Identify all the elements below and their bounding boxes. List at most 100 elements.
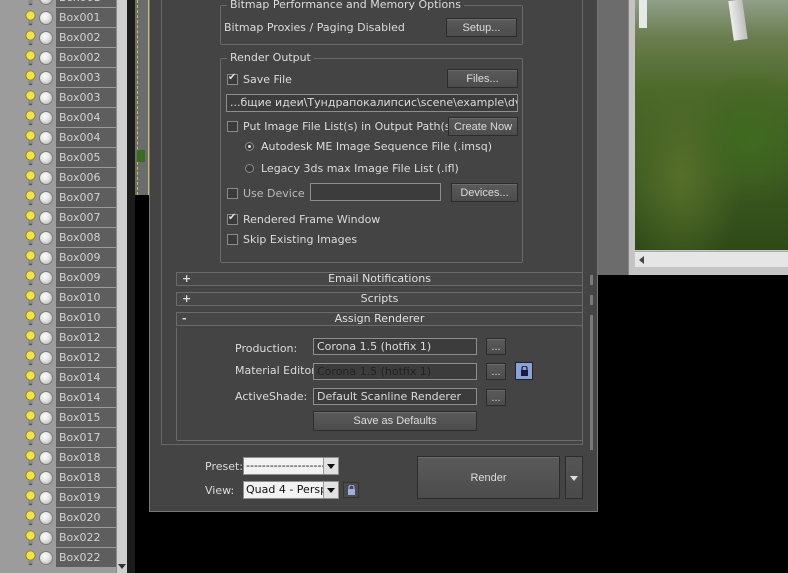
light-bulb-icon[interactable]	[24, 510, 37, 526]
panel-scrollbar[interactable]	[590, 275, 593, 285]
object-name[interactable]: Box003	[56, 88, 116, 107]
light-bulb-icon[interactable]	[24, 290, 37, 306]
render-visibility-icon[interactable]	[39, 11, 53, 25]
chevron-down-icon[interactable]	[570, 476, 578, 481]
render-visibility-icon[interactable]	[39, 311, 53, 325]
render-visibility-icon[interactable]	[39, 211, 53, 225]
rendered-frame-checkbox[interactable]	[227, 212, 238, 225]
object-name[interactable]: Box012	[56, 348, 116, 367]
create-now-button[interactable]: Create Now	[448, 117, 518, 136]
render-visibility-icon[interactable]	[39, 31, 53, 45]
rollout-assign-renderer[interactable]: - Assign Renderer	[176, 312, 583, 326]
devices-button[interactable]: Devices...	[451, 183, 518, 202]
object-name[interactable]: Box001	[56, 0, 116, 7]
explorer-row[interactable]: Box005	[0, 148, 116, 168]
object-name[interactable]: Box010	[56, 308, 116, 327]
object-name[interactable]: Box003	[56, 68, 116, 87]
files-button[interactable]: Files...	[447, 69, 518, 88]
object-name[interactable]: Box020	[56, 508, 116, 527]
light-bulb-icon[interactable]	[24, 250, 37, 266]
explorer-row[interactable]: Box014	[0, 368, 116, 388]
explorer-row[interactable]: Box004	[0, 128, 116, 148]
imsq-radio[interactable]	[245, 142, 254, 151]
choose-material-renderer-button[interactable]: ...	[486, 363, 506, 380]
light-bulb-icon[interactable]	[24, 70, 37, 86]
explorer-row[interactable]: Box001	[0, 8, 116, 28]
light-bulb-icon[interactable]	[24, 530, 37, 546]
light-bulb-icon[interactable]	[24, 150, 37, 166]
object-name[interactable]: Box004	[56, 108, 116, 127]
object-name[interactable]: Box004	[56, 128, 116, 147]
explorer-row[interactable]: Box002	[0, 28, 116, 48]
explorer-row[interactable]: Box015	[0, 408, 116, 428]
object-name[interactable]: Box002	[56, 48, 116, 67]
device-field[interactable]	[310, 183, 441, 201]
object-name[interactable]: Box002	[56, 28, 116, 47]
explorer-row[interactable]: Box004	[0, 108, 116, 128]
light-bulb-icon[interactable]	[24, 90, 37, 106]
explorer-row[interactable]: Box022	[0, 548, 116, 568]
explorer-row[interactable]: Box012	[0, 328, 116, 348]
render-visibility-icon[interactable]	[39, 351, 53, 365]
object-name[interactable]: Box018	[56, 448, 116, 467]
light-bulb-icon[interactable]	[24, 10, 37, 26]
explorer-row[interactable]: Box010	[0, 288, 116, 308]
explorer-row[interactable]: Box002	[0, 48, 116, 68]
light-bulb-icon[interactable]	[24, 350, 37, 366]
skip-existing-checkbox[interactable]	[227, 234, 238, 245]
object-name[interactable]: Box019	[56, 488, 116, 507]
explorer-row[interactable]: Box022	[0, 528, 116, 548]
explorer-row[interactable]: Box019	[0, 488, 116, 508]
preset-dropdown[interactable]: ---------------------	[243, 457, 339, 475]
light-bulb-icon[interactable]	[24, 50, 37, 66]
panel-scrollbar[interactable]	[590, 315, 593, 450]
explorer-scrollbar[interactable]	[116, 0, 127, 573]
render-hscrollbar[interactable]	[635, 251, 788, 267]
choose-production-renderer-button[interactable]: ...	[486, 338, 506, 355]
light-bulb-icon[interactable]	[24, 490, 37, 506]
explorer-row[interactable]: Box018	[0, 448, 116, 468]
light-bulb-icon[interactable]	[24, 230, 37, 246]
explorer-row[interactable]: Box008	[0, 228, 116, 248]
light-bulb-icon[interactable]	[24, 370, 37, 386]
setup-button[interactable]: Setup...	[446, 18, 517, 37]
ifl-radio[interactable]	[245, 164, 254, 173]
light-bulb-icon[interactable]	[24, 270, 37, 286]
render-visibility-icon[interactable]	[39, 191, 53, 205]
render-visibility-icon[interactable]	[39, 471, 53, 485]
light-bulb-icon[interactable]	[24, 310, 37, 326]
render-visibility-icon[interactable]	[39, 131, 53, 145]
render-visibility-icon[interactable]	[39, 271, 53, 285]
object-name[interactable]: Box017	[56, 428, 116, 447]
viewport-left[interactable]	[135, 0, 149, 195]
explorer-row[interactable]: Box003	[0, 68, 116, 88]
render-visibility-icon[interactable]	[39, 451, 53, 465]
render-visibility-icon[interactable]	[39, 251, 53, 265]
light-bulb-icon[interactable]	[24, 430, 37, 446]
explorer-row[interactable]: Box010	[0, 308, 116, 328]
object-name[interactable]: Box022	[56, 528, 116, 547]
panel-scrollbar[interactable]	[590, 295, 593, 305]
light-bulb-icon[interactable]	[24, 130, 37, 146]
object-name[interactable]: Box010	[56, 288, 116, 307]
object-name[interactable]: Box014	[56, 368, 116, 387]
object-name[interactable]: Box005	[56, 148, 116, 167]
rollout-email-notifications[interactable]: + Email Notifications	[176, 272, 583, 286]
scroll-left-icon[interactable]	[639, 256, 644, 264]
light-bulb-icon[interactable]	[24, 550, 37, 566]
lock-renderer-toggle[interactable]	[515, 362, 533, 380]
render-visibility-icon[interactable]	[39, 411, 53, 425]
render-visibility-icon[interactable]	[39, 531, 53, 545]
rollout-scripts[interactable]: + Scripts	[176, 292, 583, 306]
render-visibility-icon[interactable]	[39, 371, 53, 385]
lock-view-toggle[interactable]	[343, 482, 359, 498]
light-bulb-icon[interactable]	[24, 330, 37, 346]
render-visibility-icon[interactable]	[39, 291, 53, 305]
object-name[interactable]: Box007	[56, 208, 116, 227]
object-name[interactable]: Box018	[56, 468, 116, 487]
light-bulb-icon[interactable]	[24, 190, 37, 206]
output-path-field[interactable]: ...бщие идеи\Тундрапокалипсис\scene\exam…	[226, 94, 518, 112]
render-visibility-icon[interactable]	[39, 111, 53, 125]
object-name[interactable]: Box014	[56, 388, 116, 407]
light-bulb-icon[interactable]	[24, 390, 37, 406]
